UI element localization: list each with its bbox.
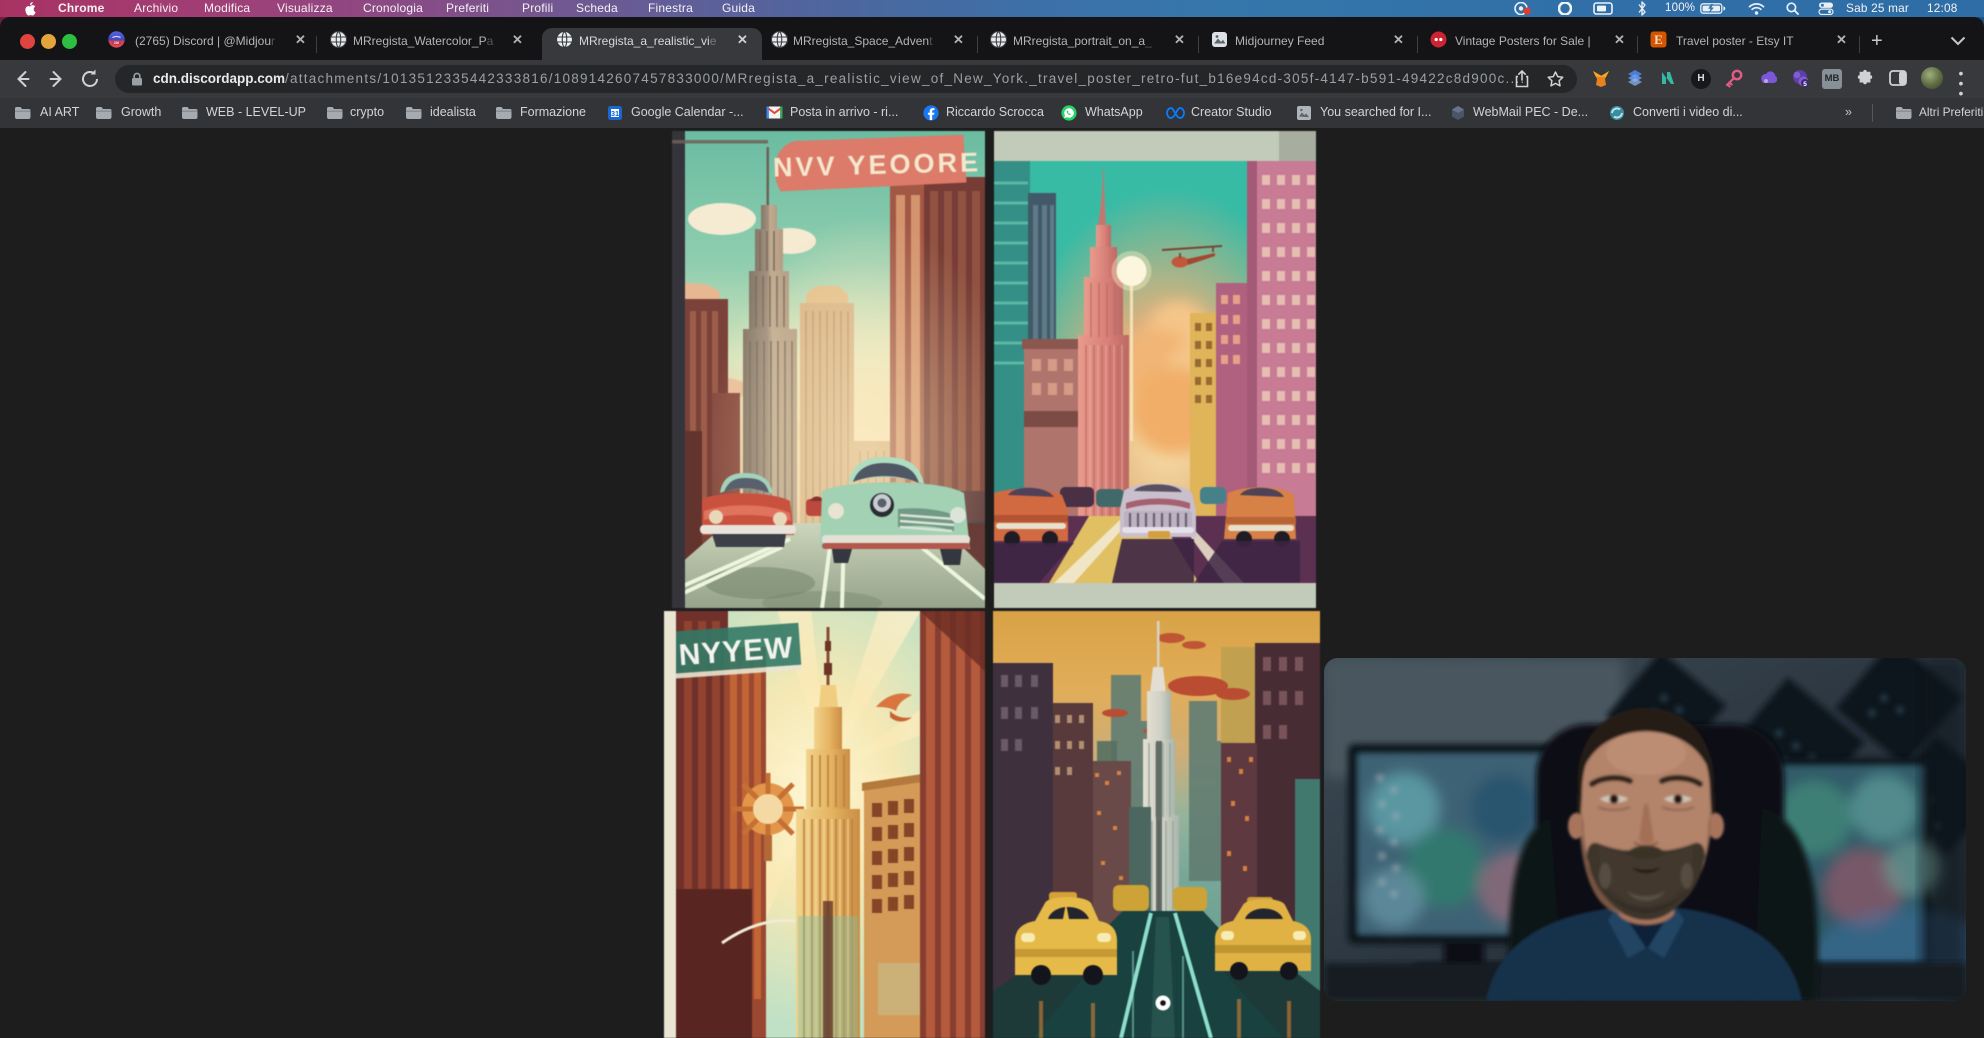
svg-text:E: E (1654, 32, 1663, 47)
svg-text:5: 5 (1803, 81, 1807, 88)
svg-text:NVV YEOORE: NVV YEOORE (773, 147, 982, 182)
svg-text:31: 31 (611, 109, 619, 118)
svg-text:286: 286 (114, 41, 120, 45)
